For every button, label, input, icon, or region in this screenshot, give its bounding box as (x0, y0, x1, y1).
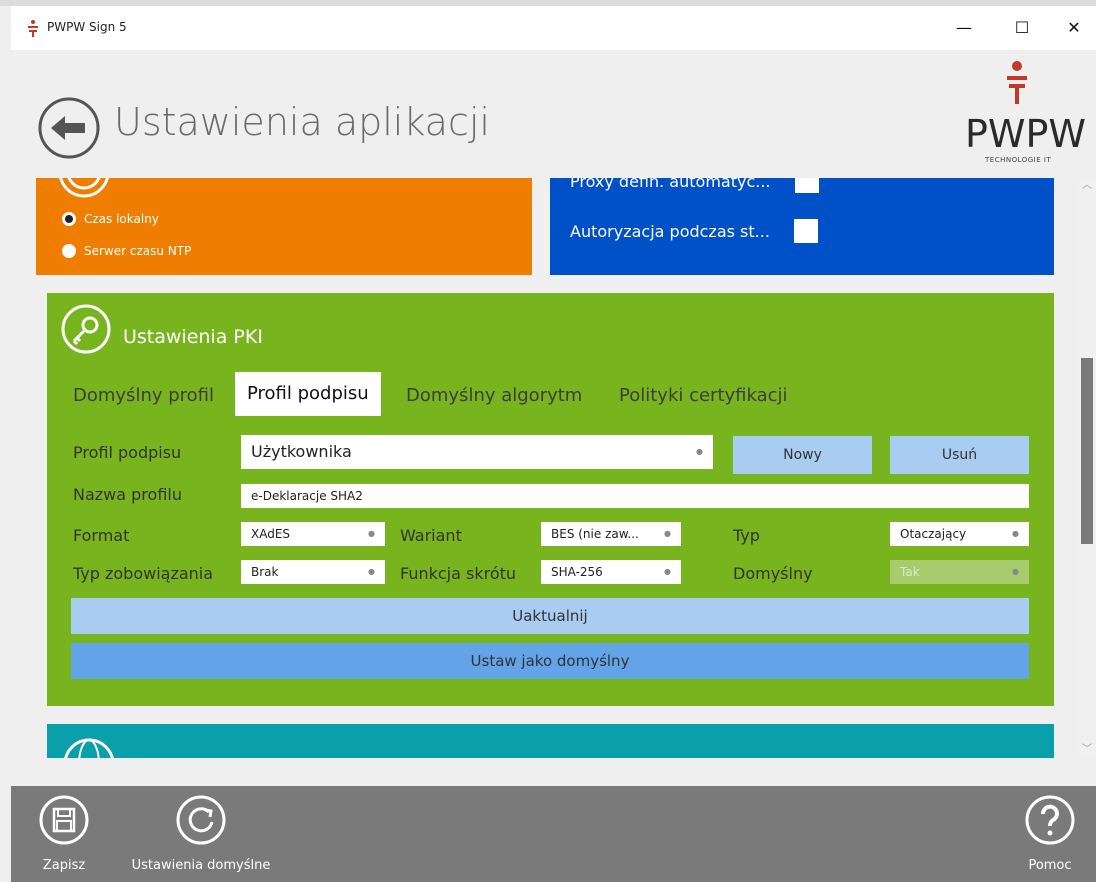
vertical-scrollbar[interactable]: ︿ ﹀ (1078, 178, 1096, 758)
close-button[interactable]: ✕ (1054, 12, 1094, 44)
clock-icon (59, 178, 109, 198)
proxy-auto-label: Proxy defin. automatyc... (570, 178, 771, 191)
time-source-panel: Czas lokalny Serwer czasu NTP (36, 178, 532, 275)
radio-label: Serwer czasu NTP (84, 244, 192, 258)
network-panel (47, 724, 1054, 758)
dropdown-icon: ● (368, 529, 375, 538)
radio-ntp-server[interactable]: Serwer czasu NTP (62, 244, 191, 258)
variant-label: Wariant (400, 526, 462, 545)
page-title: Ustawienia aplikacji (114, 100, 490, 144)
globe-icon (64, 738, 114, 758)
default-label: Domyślny (733, 564, 813, 583)
format-select-value: XAdES (251, 527, 291, 541)
content-area: Ustawienia aplikacji PWPW TECHNOLOGIE IT (11, 50, 1096, 786)
back-arrow-icon[interactable] (37, 96, 101, 160)
proxy-auto-row: Proxy defin. automatyc... (570, 178, 819, 193)
help-icon (1025, 795, 1075, 845)
restore-defaults-label: Ustawienia domyślne (131, 858, 271, 873)
minimize-button[interactable]: — (944, 12, 984, 44)
profile-name-input[interactable]: e-Deklaracje SHA2 (241, 484, 1029, 508)
set-default-button[interactable]: Ustaw jako domyślny (71, 643, 1029, 679)
commitment-type-select[interactable]: Brak ● (241, 560, 385, 584)
logo-wordmark: PWPW (965, 112, 1086, 156)
tab-default-algorithm[interactable]: Domyślny algorytm (406, 376, 582, 416)
key-icon (61, 304, 111, 354)
save-label: Zapisz (42, 858, 86, 873)
profile-select[interactable]: Użytkownika ● (241, 435, 713, 469)
profile-select-value: Użytkownika (251, 442, 352, 461)
dropdown-icon: ● (368, 567, 375, 576)
help-label: Pomoc (1028, 858, 1072, 873)
pki-settings-panel: Ustawienia PKI Domyślny profil Profil po… (47, 293, 1054, 706)
floppy-disk-icon (39, 795, 89, 845)
refresh-icon (176, 795, 226, 845)
type-select[interactable]: Otaczający ● (890, 522, 1029, 546)
tab-certification-policies[interactable]: Polityki certyfikacji (619, 376, 788, 416)
commitment-type-label: Typ zobowiązania (73, 564, 214, 583)
logo-emblem-icon (1007, 61, 1027, 104)
proxy-panel: Proxy defin. automatyc... Autoryzacja po… (550, 178, 1054, 275)
pwpw-logo: PWPW TECHNOLOGIE IT (951, 58, 1086, 170)
type-select-value: Otaczający (900, 527, 967, 541)
bottom-toolbar: Zapisz Ustawienia domyślne Pomoc (11, 786, 1096, 882)
dropdown-icon: ● (664, 567, 671, 576)
proxy-auto-checkbox[interactable] (794, 178, 819, 193)
delete-profile-button[interactable]: Usuń (890, 436, 1029, 474)
new-profile-button[interactable]: Nowy (733, 436, 872, 474)
variant-select-value: BES (nie zaw... (551, 527, 639, 541)
variant-select[interactable]: BES (nie zaw... ● (541, 522, 681, 546)
default-select-value: Tak (900, 565, 920, 579)
help-button[interactable]: Pomoc (1015, 794, 1085, 873)
radio-button[interactable] (62, 244, 76, 258)
profile-label: Profil podpisu (73, 443, 182, 462)
save-button[interactable]: Zapisz (29, 794, 99, 873)
scrollbar-thumb[interactable] (1081, 358, 1093, 544)
proxy-auth-row: Autoryzacja podczas st... (570, 219, 818, 243)
restore-defaults-button[interactable]: Ustawienia domyślne (121, 794, 281, 873)
update-button[interactable]: Uaktualnij (71, 598, 1029, 634)
scroll-up-icon[interactable]: ︿ (1078, 178, 1096, 194)
proxy-auth-checkbox[interactable] (793, 219, 818, 243)
format-select[interactable]: XAdES ● (241, 522, 385, 546)
profile-name-label: Nazwa profilu (73, 485, 182, 504)
radio-local-time[interactable]: Czas lokalny (62, 212, 159, 226)
tab-default-profile[interactable]: Domyślny profil (73, 376, 214, 416)
app-icon (28, 20, 38, 37)
maximize-button[interactable]: ☐ (1002, 12, 1042, 44)
pki-title: Ustawienia PKI (123, 326, 263, 348)
dropdown-icon: ● (1012, 567, 1019, 576)
logo-subtext: TECHNOLOGIE IT (985, 156, 1052, 164)
type-label: Typ (733, 526, 760, 545)
radio-button[interactable] (62, 212, 76, 226)
hash-function-select-value: SHA-256 (551, 565, 603, 579)
page-header: Ustawienia aplikacji PWPW TECHNOLOGIE IT (11, 50, 1096, 178)
proxy-auth-label: Autoryzacja podczas st... (570, 221, 770, 241)
format-label: Format (73, 526, 130, 545)
tab-signature-profile[interactable]: Profil podpisu (235, 372, 381, 416)
app-window: PWPW Sign 5 — ☐ ✕ Ustawienia aplikacji P… (0, 0, 1096, 882)
hash-function-select[interactable]: SHA-256 ● (541, 560, 681, 584)
window-title: PWPW Sign 5 (47, 20, 127, 34)
dropdown-icon: ● (1012, 529, 1019, 538)
dropdown-icon: ● (664, 529, 671, 538)
scroll-down-icon[interactable]: ﹀ (1078, 742, 1096, 758)
default-select: Tak ● (890, 560, 1029, 584)
settings-scroll-area[interactable]: Czas lokalny Serwer czasu NTP Proxy defi… (11, 178, 1078, 758)
commitment-type-select-value: Brak (251, 565, 279, 579)
title-bar: PWPW Sign 5 — ☐ ✕ (11, 6, 1096, 50)
hash-function-label: Funkcja skrótu (400, 564, 517, 583)
dropdown-icon: ● (696, 447, 703, 456)
radio-label: Czas lokalny (84, 212, 159, 226)
